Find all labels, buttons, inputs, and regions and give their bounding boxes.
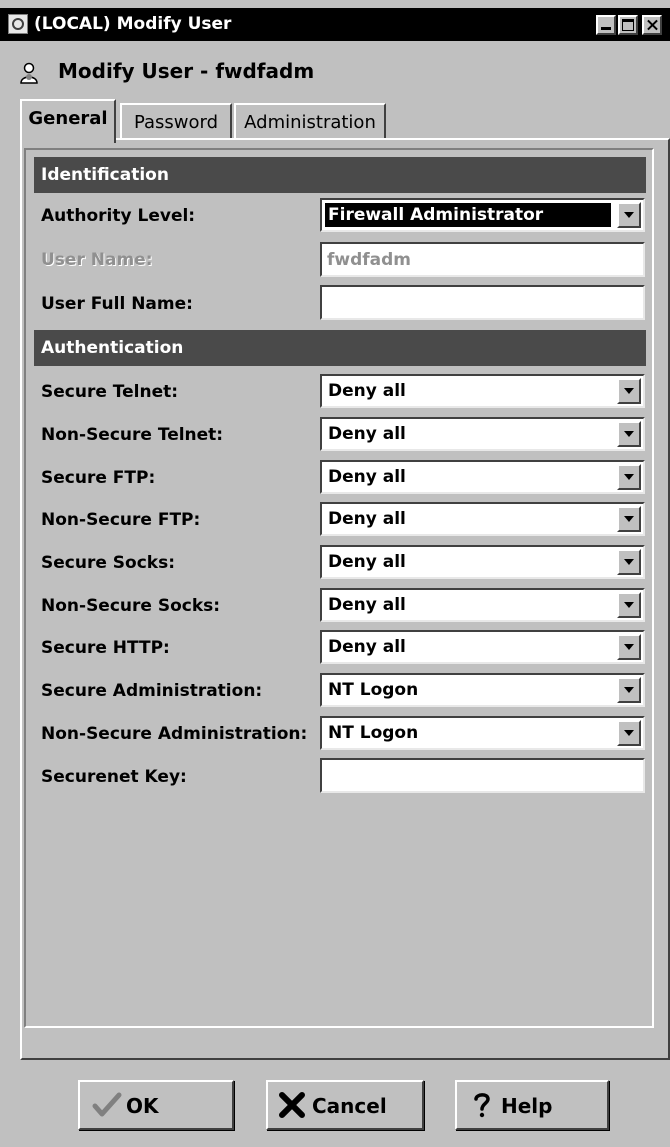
non-secure-telnet-select[interactable]: Deny all xyxy=(320,417,645,451)
secure-socks-label: Secure Socks: xyxy=(41,553,176,573)
ok-label: OK xyxy=(126,1094,159,1118)
checkmark-icon xyxy=(92,1092,122,1117)
authority-level-label: Authority Level: xyxy=(41,206,196,226)
question-mark-icon xyxy=(474,1093,490,1118)
chevron-down-icon[interactable] xyxy=(617,592,641,618)
securenet-key-field[interactable] xyxy=(320,758,645,793)
secure-ftp-select[interactable]: Deny all xyxy=(320,460,645,494)
cancel-label: Cancel xyxy=(312,1094,387,1118)
chevron-down-icon[interactable] xyxy=(617,378,641,404)
user-name-label: User Name: xyxy=(41,250,153,270)
secure-socks-value: Deny all xyxy=(328,552,406,572)
securenet-key-label: Securenet Key: xyxy=(41,767,187,787)
tab-general[interactable]: General xyxy=(20,99,116,143)
modify-user-window: (LOCAL) Modify User Modify User - fwdfad… xyxy=(0,0,670,1147)
help-button[interactable]: Help xyxy=(455,1080,609,1130)
maximize-button[interactable] xyxy=(618,15,638,35)
tab-password[interactable]: Password xyxy=(120,103,232,139)
secure-administration-select[interactable]: NT Logon xyxy=(320,673,645,707)
non-secure-telnet-label: Non-Secure Telnet: xyxy=(41,425,224,445)
minimize-button[interactable] xyxy=(596,15,616,35)
non-secure-ftp-value: Deny all xyxy=(328,509,406,529)
non-secure-socks-label: Non-Secure Socks: xyxy=(41,596,221,616)
secure-http-value: Deny all xyxy=(328,637,406,657)
secure-administration-value: NT Logon xyxy=(328,680,419,700)
title-bar[interactable]: (LOCAL) Modify User xyxy=(0,8,670,41)
user-icon xyxy=(20,62,38,84)
non-secure-ftp-select[interactable]: Deny all xyxy=(320,502,645,536)
non-secure-administration-label: Non-Secure Administration: xyxy=(41,724,308,744)
help-label: Help xyxy=(501,1094,553,1118)
secure-telnet-label: Secure Telnet: xyxy=(41,382,179,402)
tab-administration[interactable]: Administration xyxy=(234,103,386,139)
secure-ftp-value: Deny all xyxy=(328,467,406,487)
non-secure-administration-select[interactable]: NT Logon xyxy=(320,716,645,750)
window-title: (LOCAL) Modify User xyxy=(34,14,232,34)
authority-level-value: Firewall Administrator xyxy=(325,203,611,227)
user-name-field: fwdfadm xyxy=(320,242,645,277)
non-secure-administration-value: NT Logon xyxy=(328,723,419,743)
non-secure-ftp-label: Non-Secure FTP: xyxy=(41,510,201,530)
chevron-down-icon[interactable] xyxy=(617,464,641,490)
secure-http-select[interactable]: Deny all xyxy=(320,630,645,664)
secure-telnet-select[interactable]: Deny all xyxy=(320,374,645,408)
non-secure-socks-value: Deny all xyxy=(328,595,406,615)
identification-header: Identification xyxy=(34,157,646,193)
user-full-name-field[interactable] xyxy=(320,285,645,320)
chevron-down-icon[interactable] xyxy=(617,720,641,746)
secure-administration-label: Secure Administration: xyxy=(41,681,263,701)
ok-button[interactable]: OK xyxy=(78,1080,234,1130)
cancel-button[interactable]: Cancel xyxy=(266,1080,424,1130)
secure-ftp-label: Secure FTP: xyxy=(41,468,156,488)
non-secure-telnet-value: Deny all xyxy=(328,424,406,444)
authority-level-select[interactable]: Firewall Administrator xyxy=(320,198,645,232)
page-title: Modify User - fwdfadm xyxy=(58,59,315,83)
chevron-down-icon[interactable] xyxy=(617,677,641,703)
secure-http-label: Secure HTTP: xyxy=(41,638,170,658)
chevron-down-icon[interactable] xyxy=(617,634,641,660)
non-secure-socks-select[interactable]: Deny all xyxy=(320,588,645,622)
secure-socks-select[interactable]: Deny all xyxy=(320,545,645,579)
authentication-header: Authentication xyxy=(34,330,646,366)
chevron-down-icon[interactable] xyxy=(617,421,641,447)
app-window-icon[interactable] xyxy=(8,14,28,34)
secure-telnet-value: Deny all xyxy=(328,381,406,401)
chevron-down-icon[interactable] xyxy=(617,202,641,228)
x-icon xyxy=(279,1092,305,1118)
chevron-down-icon[interactable] xyxy=(617,549,641,575)
chevron-down-icon[interactable] xyxy=(617,506,641,532)
close-button[interactable] xyxy=(642,15,662,35)
user-full-name-label: User Full Name: xyxy=(41,294,193,314)
